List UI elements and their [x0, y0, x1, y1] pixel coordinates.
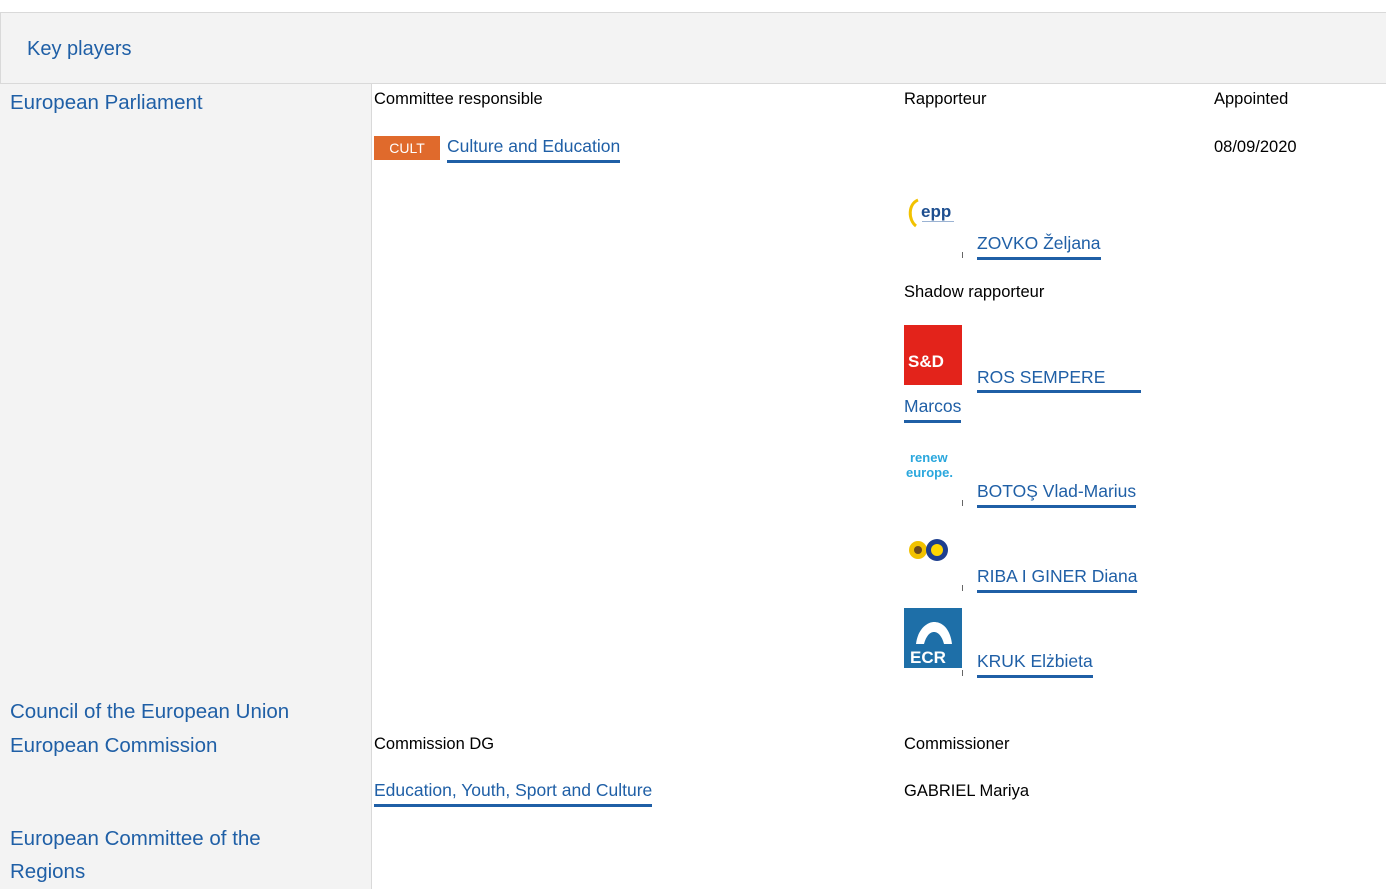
body-committee-of-the-regions[interactable]: European Committee of the Regions — [10, 822, 340, 888]
sd-logo-icon: S&D — [904, 325, 962, 385]
commissioner-header: Commissioner — [904, 735, 1010, 753]
shadow-link-ros-sempere[interactable]: ROS SEMPERE — [977, 367, 1105, 388]
body-council[interactable]: Council of the European Union — [10, 695, 289, 728]
ecr-logo-icon: ECR — [904, 608, 962, 668]
committee-responsible-header: Committee responsible — [374, 90, 543, 108]
greens-efa-logo-icon — [904, 530, 962, 590]
commissioner-name: GABRIEL Mariya — [904, 782, 1030, 800]
rapporteur-link[interactable]: ZOVKO Željana — [977, 233, 1101, 260]
epp-logo-icon: epp — [904, 190, 962, 250]
commission-dg-link[interactable]: Education, Youth, Sport and Culture — [374, 780, 653, 807]
shadow-link-kruk[interactable]: KRUK Elżbieta — [977, 651, 1093, 678]
commission-dg-header: Commission DG — [374, 735, 495, 753]
shadow-link-botos[interactable]: BOTOŞ Vlad-Marius — [977, 481, 1137, 508]
rapporteur-header: Rapporteur — [904, 90, 987, 108]
link-underline — [977, 390, 1141, 393]
svg-text:epp: epp — [921, 202, 951, 221]
body-european-commission[interactable]: European Commission — [10, 729, 217, 762]
logo-separator — [962, 670, 963, 676]
svg-text:ECR: ECR — [910, 648, 946, 667]
shadow-name-line1: ROS SEMPERE — [977, 367, 1106, 387]
committee-code-badge: CULT — [374, 136, 440, 160]
logo-separator — [962, 252, 963, 258]
logo-separator — [962, 585, 963, 591]
appointed-date: 08/09/2020 — [1214, 138, 1297, 156]
appointed-header: Appointed — [1214, 90, 1289, 108]
shadow-rapporteur-header: Shadow rapporteur — [904, 283, 1045, 301]
shadow-link-riba-i-giner[interactable]: RIBA I GINER Diana — [977, 566, 1138, 593]
section-title: Key players — [27, 38, 132, 60]
svg-text:europe.: europe. — [906, 465, 953, 480]
section-header: Key players — [0, 12, 1386, 84]
svg-text:S&D: S&D — [908, 352, 944, 371]
institutions-column — [0, 84, 372, 889]
body-european-parliament[interactable]: European Parliament — [10, 86, 203, 119]
renew-europe-logo-icon: renew europe. — [904, 440, 962, 500]
shadow-link-ros-sempere-line2[interactable]: Marcos — [904, 396, 962, 423]
svg-text:renew: renew — [910, 450, 948, 465]
committee-link[interactable]: Culture and Education — [447, 136, 621, 163]
logo-separator — [962, 500, 963, 506]
